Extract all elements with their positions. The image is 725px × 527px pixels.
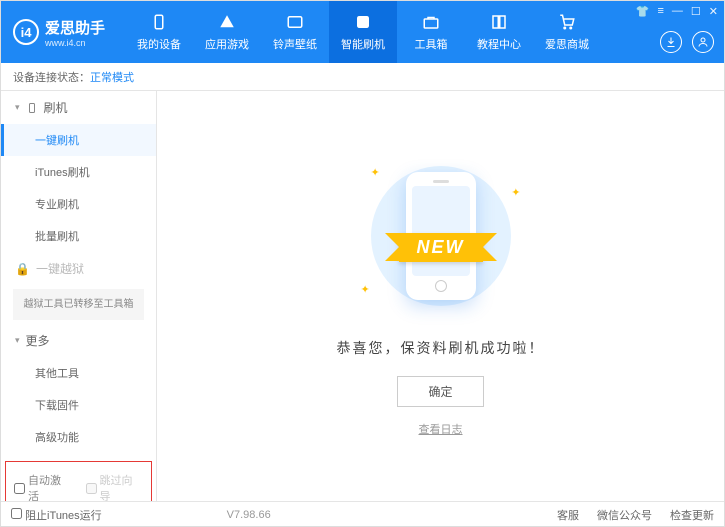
skip-guide-checkbox[interactable]: 跳过向导 — [86, 472, 144, 501]
nav-toolbox[interactable]: 工具箱 — [397, 1, 465, 63]
ok-button[interactable]: 确定 — [397, 376, 483, 407]
flash-icon — [353, 12, 373, 32]
chevron-down-icon: ▾ — [15, 335, 20, 346]
download-icon[interactable] — [660, 31, 682, 53]
main-content: ✦ ✦ ✦ NEW 恭喜您，保资料刷机成功啦！ 确定 查看日志 — [157, 91, 724, 501]
menu-icon[interactable]: ≡ — [657, 5, 663, 18]
sidebar-group-more[interactable]: ▾更多 — [1, 324, 156, 357]
user-icon[interactable] — [692, 31, 714, 53]
sidebar-item-oneclick[interactable]: 一键刷机 — [1, 124, 156, 156]
nav-ringtones[interactable]: 铃声壁纸 — [261, 1, 329, 63]
header-right-icons — [660, 31, 714, 53]
close-icon[interactable]: ✕ — [709, 5, 718, 18]
sidebar: ▾刷机 一键刷机 iTunes刷机 专业刷机 批量刷机 🔒一键越狱 越狱工具已转… — [1, 91, 157, 501]
new-ribbon: NEW — [399, 233, 483, 262]
status-mode: 正常模式 — [90, 69, 134, 85]
status-bar: 设备连接状态： 正常模式 — [1, 63, 724, 91]
phone-icon — [26, 102, 38, 114]
minimize-icon[interactable]: — — [672, 5, 683, 18]
nav-my-device[interactable]: 我的设备 — [125, 1, 193, 63]
sidebar-item-advanced[interactable]: 高级功能 — [1, 421, 156, 453]
footer-wechat[interactable]: 微信公众号 — [597, 507, 652, 523]
footer-update[interactable]: 检查更新 — [670, 507, 714, 523]
skin-icon[interactable]: 👕 — [636, 5, 650, 18]
sidebar-group-jailbreak[interactable]: 🔒一键越狱 — [1, 252, 156, 285]
image-icon — [285, 12, 305, 32]
logo-icon: i4 — [13, 19, 39, 45]
app-name: 爱思助手 — [45, 17, 105, 38]
lock-icon: 🔒 — [15, 262, 30, 276]
version-label: V7.98.66 — [227, 509, 271, 521]
nav-apps[interactable]: 应用游戏 — [193, 1, 261, 63]
sidebar-item-pro[interactable]: 专业刷机 — [1, 188, 156, 220]
sidebar-item-itunes[interactable]: iTunes刷机 — [1, 156, 156, 188]
sidebar-item-other[interactable]: 其他工具 — [1, 357, 156, 389]
sidebar-item-batch[interactable]: 批量刷机 — [1, 220, 156, 252]
auto-activate-checkbox[interactable]: 自动激活 — [14, 472, 72, 501]
success-illustration: ✦ ✦ ✦ NEW — [351, 156, 531, 316]
book-icon — [489, 12, 509, 32]
apps-icon — [217, 12, 237, 32]
window-controls: 👕 ≡ — ☐ ✕ — [636, 5, 718, 18]
nav-tutorials[interactable]: 教程中心 — [465, 1, 533, 63]
jailbreak-note: 越狱工具已转移至工具箱 — [13, 289, 144, 320]
chevron-down-icon: ▾ — [15, 102, 20, 113]
footer-support[interactable]: 客服 — [557, 507, 579, 523]
block-itunes-checkbox[interactable]: 阻止iTunes运行 — [11, 507, 102, 523]
cart-icon — [557, 12, 577, 32]
device-icon — [149, 12, 169, 32]
sidebar-item-download[interactable]: 下载固件 — [1, 389, 156, 421]
nav-flash[interactable]: 智能刷机 — [329, 1, 397, 63]
logo: i4 爱思助手 www.i4.cn — [1, 17, 117, 48]
success-message: 恭喜您，保资料刷机成功啦！ — [337, 338, 545, 358]
sidebar-group-flash[interactable]: ▾刷机 — [1, 91, 156, 124]
footer: 阻止iTunes运行 V7.98.66 客服 微信公众号 检查更新 — [1, 501, 724, 527]
status-label: 设备连接状态： — [13, 69, 90, 85]
top-nav: 我的设备 应用游戏 铃声壁纸 智能刷机 工具箱 教程中心 爱思商城 — [125, 1, 601, 63]
toolbox-icon — [421, 12, 441, 32]
options-box: 自动激活 跳过向导 — [5, 461, 152, 501]
app-url: www.i4.cn — [45, 38, 105, 48]
app-header: i4 爱思助手 www.i4.cn 我的设备 应用游戏 铃声壁纸 智能刷机 工具… — [1, 1, 724, 63]
nav-store[interactable]: 爱思商城 — [533, 1, 601, 63]
maximize-icon[interactable]: ☐ — [691, 5, 701, 18]
view-log-link[interactable]: 查看日志 — [419, 421, 463, 437]
